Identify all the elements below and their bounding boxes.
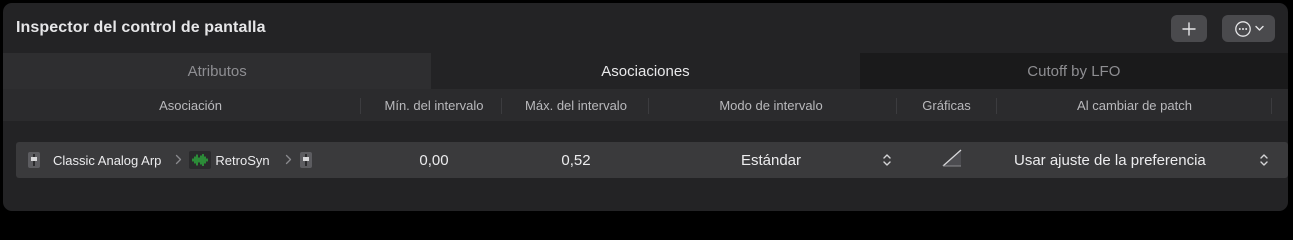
inspector-tabs: Atributos Asociaciones Cutoff by LFO <box>3 53 1288 89</box>
column-divider <box>360 98 361 114</box>
more-options-button[interactable] <box>1222 15 1275 42</box>
association-path[interactable]: Classic Analog Arp RetroSyn <box>28 142 312 178</box>
chevron-down-icon <box>1254 25 1264 32</box>
column-header-range-mode[interactable]: Modo de intervalo <box>649 89 893 121</box>
range-max-value[interactable]: 0,52 <box>506 142 646 178</box>
linear-ramp-icon <box>941 148 963 173</box>
tab-cutoff-by-lfo[interactable]: Cutoff by LFO <box>859 53 1288 89</box>
tab-asociaciones[interactable]: Asociaciones <box>431 53 860 89</box>
table-header: Asociación Mín. del intervalo Máx. del i… <box>3 89 1288 121</box>
range-min-value[interactable]: 0,00 <box>366 142 502 178</box>
waveform-icon <box>189 151 212 169</box>
graphics-curve-button[interactable] <box>936 142 968 178</box>
column-divider <box>1271 98 1272 114</box>
chevron-right-icon <box>285 152 292 168</box>
column-header-graphics[interactable]: Gráficas <box>897 89 996 121</box>
plus-icon <box>1182 21 1196 36</box>
column-header-on-patch-change[interactable]: Al cambiar de patch <box>997 89 1272 121</box>
column-header-association[interactable]: Asociación <box>3 89 378 121</box>
add-button[interactable] <box>1171 15 1207 42</box>
ellipsis-circle-icon <box>1234 20 1252 38</box>
range-mode-value: Estándar <box>740 151 802 169</box>
on-patch-change-select[interactable]: Usar ajuste de la preferencia <box>1014 142 1254 178</box>
up-down-arrows-icon[interactable] <box>882 153 892 167</box>
up-down-arrows-icon[interactable] <box>1259 153 1269 167</box>
column-divider <box>501 98 502 114</box>
on-patch-change-value: Usar ajuste de la preferencia <box>1014 151 1206 169</box>
tab-atributos[interactable]: Atributos <box>3 53 432 89</box>
fader-icon <box>28 152 40 168</box>
screen-control-inspector: Inspector del control de pantalla Atribu… <box>3 3 1288 211</box>
instrument-name: Classic Analog Arp <box>53 152 162 168</box>
plugin-name: RetroSyn <box>215 152 270 168</box>
inspector-title: Inspector del control de pantalla <box>16 19 266 36</box>
table-row[interactable]: Classic Analog Arp RetroSyn 0,00 0,52 Es… <box>16 142 1288 178</box>
range-mode-select[interactable]: Estándar <box>649 142 893 178</box>
chevron-right-icon <box>175 152 182 168</box>
fader-icon <box>299 152 312 168</box>
column-header-range-min[interactable]: Mín. del intervalo <box>366 89 502 121</box>
column-header-range-max[interactable]: Máx. del intervalo <box>506 89 646 121</box>
inspector-header: Inspector del control de pantalla <box>3 3 1288 53</box>
